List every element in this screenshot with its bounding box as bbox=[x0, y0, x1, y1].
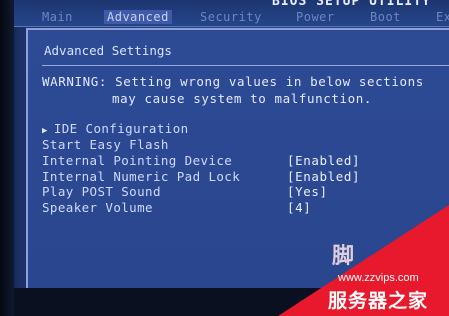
tab-security[interactable]: Security bbox=[200, 10, 262, 24]
bios-menu-bar: BIOS SETUP UTILITY Main Advanced Securit… bbox=[0, 0, 449, 27]
menu-item-internal-numeric-pad-lock[interactable]: Internal Numeric Pad Lock bbox=[42, 169, 240, 184]
panel-divider bbox=[42, 65, 449, 66]
value-speaker-volume[interactable]: [4] bbox=[287, 200, 311, 215]
warning-line-1: WARNING: Setting wrong values in below s… bbox=[42, 74, 424, 89]
value-internal-pointing-device[interactable]: [Enabled] bbox=[287, 153, 360, 168]
watermark-site-name: 服务器之家 bbox=[328, 290, 429, 312]
tab-power[interactable]: Power bbox=[296, 10, 335, 24]
watermark-partial-glyph: 脚 bbox=[332, 244, 355, 269]
tab-exit[interactable]: Exit bbox=[436, 10, 449, 24]
bios-screen: BIOS SETUP UTILITY Main Advanced Securit… bbox=[0, 0, 449, 316]
menu-item-internal-pointing-device[interactable]: Internal Pointing Device bbox=[42, 153, 232, 168]
value-play-post-sound[interactable]: [Yes] bbox=[287, 184, 328, 199]
panel-title: Advanced Settings bbox=[44, 43, 172, 58]
menu-item-label: IDE Configuration bbox=[53, 121, 189, 136]
menu-item-ide-configuration[interactable]: ▶ IDE Configuration bbox=[42, 121, 189, 136]
monitor-left-bezel bbox=[0, 0, 14, 316]
tab-main[interactable]: Main bbox=[42, 10, 73, 24]
menu-item-speaker-volume[interactable]: Speaker Volume bbox=[42, 200, 153, 215]
value-internal-numeric-pad-lock[interactable]: [Enabled] bbox=[287, 169, 360, 184]
menu-item-start-easy-flash[interactable]: Start Easy Flash bbox=[42, 137, 169, 152]
menu-item-play-post-sound[interactable]: Play POST Sound bbox=[42, 184, 161, 199]
watermark-url: www.zzvips.com bbox=[338, 272, 419, 284]
warning-line-2: may cause system to malfunction. bbox=[112, 91, 373, 106]
tab-advanced[interactable]: Advanced bbox=[104, 10, 172, 24]
submenu-arrow-icon: ▶ bbox=[42, 126, 48, 136]
bios-title: BIOS SETUP UTILITY bbox=[272, 0, 431, 9]
tab-boot[interactable]: Boot bbox=[370, 10, 401, 24]
